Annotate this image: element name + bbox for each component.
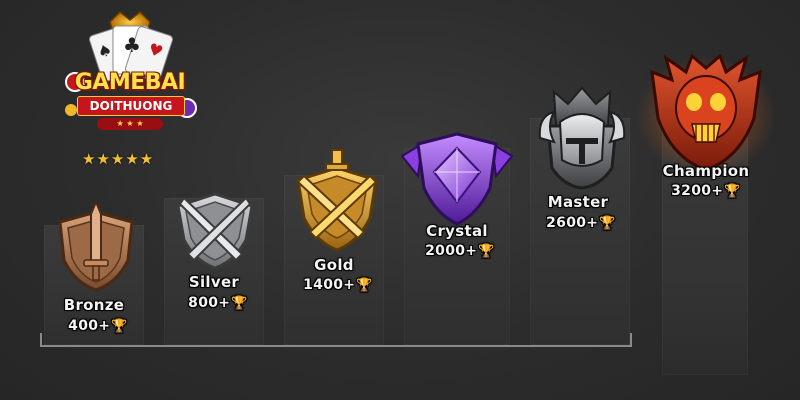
master-helmet-icon (538, 86, 626, 190)
tier-points-value: 400+ (68, 318, 111, 334)
tier-points-value: 800+ (188, 295, 231, 311)
league-tiers-screen: ♣ ♥ ♠ GAMEBAI DOITHUONG ★ ★ ★ ★★★★★ Bron… (0, 0, 800, 400)
bronze-shield-sword-icon (58, 200, 134, 292)
champion-skull-icon (636, 54, 776, 176)
logo-ribbon: ★ ★ ★ (97, 118, 163, 130)
tier-baseline (40, 333, 632, 347)
tier-points-champion: 3200+🏆 (646, 183, 766, 199)
logo-subtitle: DOITHUONG (77, 96, 185, 116)
gold-crossed-swords-icon (296, 149, 378, 252)
trophy-icon: 🏆 (724, 184, 741, 199)
tier-name-master: Master (547, 193, 609, 211)
tier-name-bronze: Bronze (63, 296, 125, 314)
trophy-icon: 🏆 (231, 296, 248, 311)
tier-name-gold: Gold (314, 256, 354, 274)
tier-points-value: 2600+ (546, 215, 599, 231)
tier-points-bronze: 400+🏆 (38, 318, 158, 334)
tier-points-value: 1400+ (303, 277, 356, 293)
trophy-icon: 🏆 (356, 278, 373, 293)
tier-points-crystal: 2000+🏆 (400, 243, 520, 259)
trophy-icon: 🏆 (111, 319, 128, 334)
rating-stars: ★★★★★ (82, 150, 155, 168)
silver-crossed-swords-icon (176, 192, 254, 270)
tier-points-silver: 800+🏆 (158, 295, 278, 311)
tier-name-champion: Champion (662, 162, 750, 180)
trophy-icon: 🏆 (599, 216, 616, 231)
tier-points-value: 2000+ (425, 243, 478, 259)
tier-points-master: 2600+🏆 (521, 215, 641, 231)
tier-name-crystal: Crystal (426, 222, 488, 240)
crystal-gem-shield-icon (400, 132, 514, 226)
trophy-icon: 🏆 (478, 244, 495, 259)
gamebai-logo: ♣ ♥ ♠ GAMEBAI DOITHUONG ★ ★ ★ (55, 10, 205, 160)
svg-text:♣: ♣ (123, 33, 141, 57)
tier-points-gold: 1400+🏆 (278, 277, 398, 293)
logo-title: GAMEBAI (74, 70, 186, 95)
tier-points-value: 3200+ (671, 183, 724, 199)
tier-name-silver: Silver (188, 273, 240, 291)
